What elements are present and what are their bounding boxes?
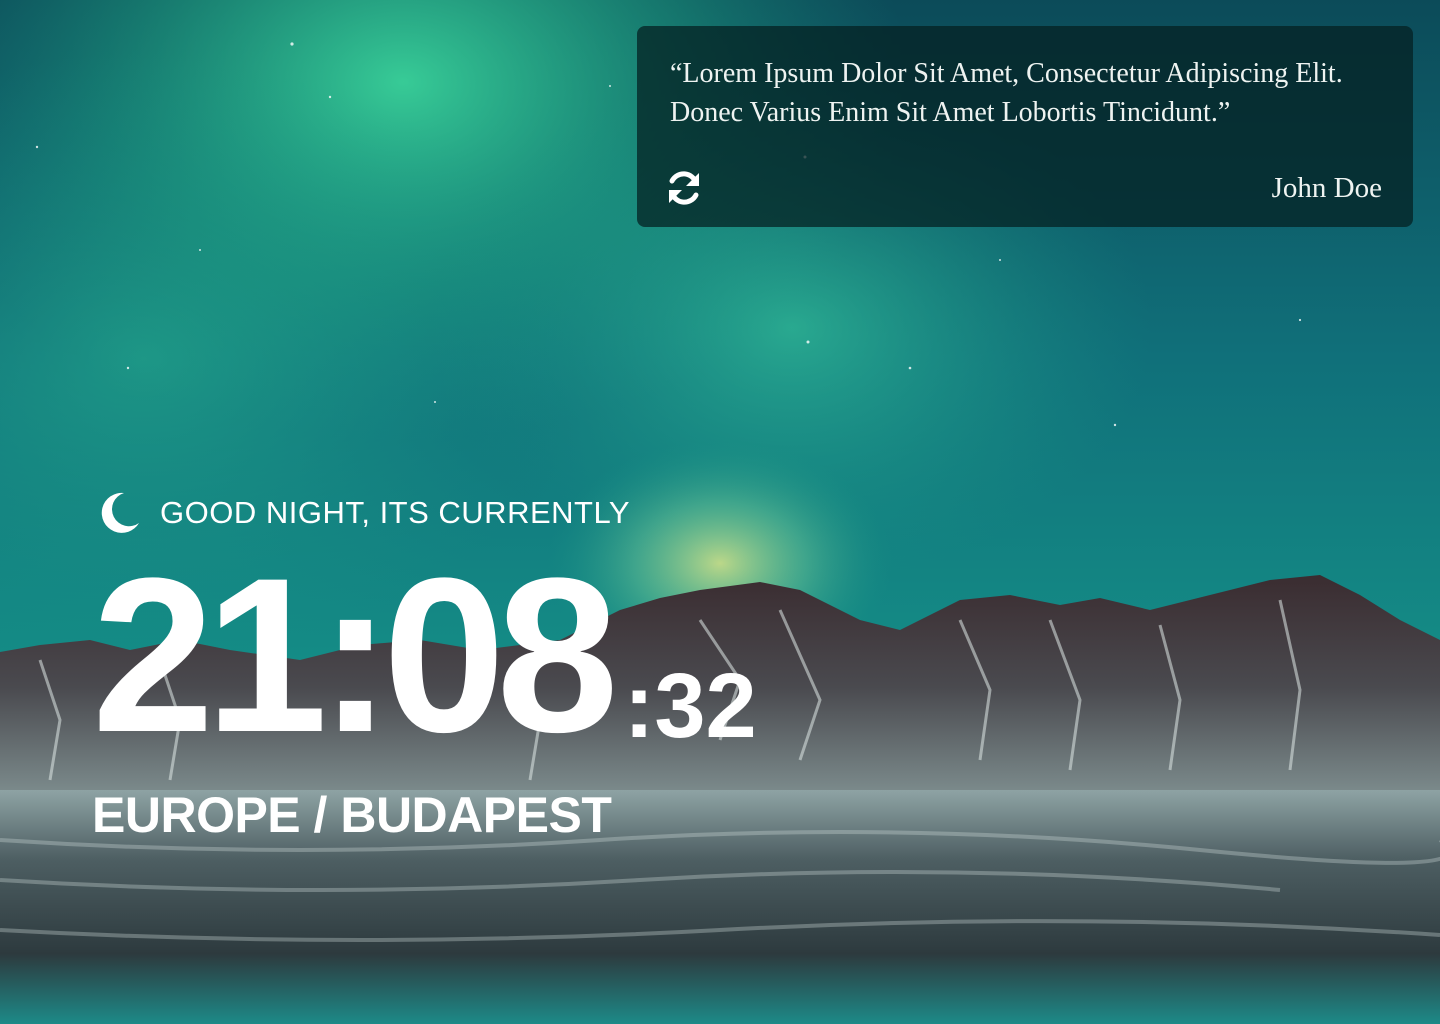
clock-time: 21:08 <box>92 532 619 778</box>
greeting: GOOD NIGHT, ITS CURRENTLY <box>96 489 630 537</box>
clock-seconds: :32 <box>623 655 757 757</box>
location-label: EUROPE / BUDAPEST <box>92 787 612 843</box>
refresh-quote-button[interactable] <box>662 166 706 210</box>
moon-icon <box>101 492 139 533</box>
clock: 21:08 :32 <box>92 532 757 778</box>
quote-author: John Doe <box>1271 172 1382 204</box>
quote-text: “Lorem Ipsum Dolor Sit Amet, Consectetur… <box>670 58 1343 128</box>
quote-card: “Lorem Ipsum Dolor Sit Amet, Consectetur… <box>637 26 1413 227</box>
refresh-icon <box>669 171 699 205</box>
greeting-text: GOOD NIGHT, ITS CURRENTLY <box>160 495 631 530</box>
